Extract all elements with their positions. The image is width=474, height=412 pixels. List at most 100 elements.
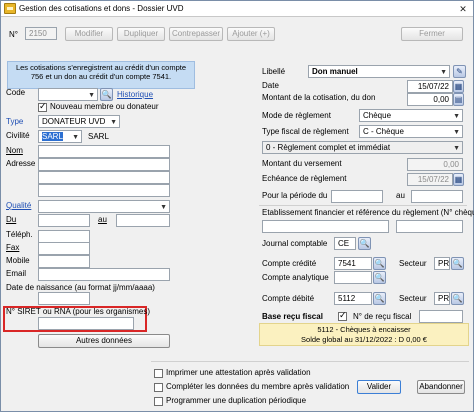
nouveau-membre-checkbox[interactable] [38,101,47,112]
edit-icon[interactable]: ✎ [453,65,466,78]
libelle-label: Libellé [262,67,286,76]
civilite-combo[interactable]: SARL ▼ [38,130,82,143]
imprimer-label: Imprimer une attestation après validatio… [166,368,311,377]
journal-field[interactable]: CE [334,237,356,250]
fax-field[interactable] [38,242,90,255]
adresse-field-3[interactable] [38,184,170,197]
reglement-combo[interactable]: 0 - Règlement complet et immédiat ▼ [262,141,463,154]
siret-label: N° SIRET ou RNA (pour les organismes) [6,307,150,316]
qualite-combo[interactable]: ▼ [38,200,170,213]
mode-reglement-combo[interactable]: Chèque ▼ [359,109,463,122]
type-combo[interactable]: DONATEUR UVD ▼ [38,115,120,128]
date-field[interactable]: 15/07/22 [407,80,453,93]
siret-field[interactable] [38,317,134,330]
civilite-value: SARL [42,132,63,141]
echeance-label: Echéance de règlement [262,174,347,183]
search-icon[interactable]: 🔍 [451,257,464,270]
search-icon[interactable]: 🔍 [100,88,113,101]
compte-credite-field[interactable]: 7541 [334,257,372,270]
type-label: Type [6,117,24,126]
periode-du-field[interactable] [331,190,383,203]
compte-analytique-field[interactable] [334,271,372,284]
code-label: Code [6,88,26,97]
fermer-button[interactable]: Fermer [401,27,463,41]
contrepasser-button[interactable]: Contrepasser [169,27,223,41]
compte-debite-field[interactable]: 5112 [334,292,372,305]
date-label: Date [262,81,279,90]
abandonner-button[interactable]: Abandonner [417,380,465,394]
search-icon[interactable]: 🔍 [358,237,371,250]
au-field[interactable] [116,214,170,227]
close-icon[interactable]: ✕ [456,3,470,15]
reference-field[interactable] [396,220,463,233]
type-fiscal-label: Type fiscal de règlement [262,127,349,136]
adresse-field-1[interactable] [38,158,170,171]
summary-line-2: Solde global au 31/12/2022 : D 0,00 € [301,335,427,344]
au-label: au [98,215,107,224]
type-fiscal-combo[interactable]: C - Chèque ▼ [359,125,463,138]
separator [151,361,469,362]
autres-donnees-button[interactable]: Autres données [38,334,170,348]
modifier-button[interactable]: Modifier [65,27,113,41]
toolbar: N° 2150 Modifier Dupliquer Contrepasser … [1,18,473,48]
echeance-field: 15/07/22 [407,173,453,186]
completer-label: Compléter les données du membre après va… [166,382,350,391]
search-icon[interactable]: 🔍 [373,257,386,270]
montant-versement-field: 0,00 [407,158,463,171]
imprimer-checkbox[interactable] [154,369,163,378]
account-summary: 5112 - Chèques à encaisser Solde global … [259,323,469,346]
search-icon[interactable]: 🔍 [451,292,464,305]
type-value: DONATEUR UVD [42,117,106,126]
nom-field[interactable] [38,145,170,158]
mode-reglement-value: Chèque [363,111,392,120]
etablissement-label: Etablissement financier et référence du … [262,208,474,217]
info-line-1: Les cotisations s'enregistrent au crédit… [15,63,187,72]
compte-debite-label: Compte débité [262,294,315,303]
search-icon[interactable]: 🔍 [373,271,386,284]
completer-checkbox[interactable] [154,383,163,392]
qualite-label[interactable]: Qualité [6,201,31,210]
nom-label: Nom [6,146,23,155]
valider-button[interactable]: Valider [357,380,401,394]
secteur2-field[interactable]: PR [434,292,450,305]
dialog-window: Gestion des cotisations et dons - Dossie… [0,0,474,412]
base-recu-checkbox[interactable] [338,310,347,321]
du-field[interactable] [38,214,90,227]
journal-label: Journal comptable [262,239,328,248]
window-title: Gestion des cotisations et dons - Dossie… [19,4,184,13]
calendar-icon[interactable]: ▦ [453,80,464,93]
nouveau-membre-label: Nouveau membre ou donateur [50,102,159,111]
dupliquer-button[interactable]: Dupliquer [117,27,165,41]
mode-reglement-label: Mode de règlement [262,111,331,120]
compte-credite-label: Compte crédité [262,259,317,268]
periode-label: Pour la période du [262,191,328,200]
periode-au-field[interactable] [411,190,463,203]
historique-link[interactable]: Historique [117,90,153,99]
secteur-field[interactable]: PR [434,257,450,270]
secteur2-label: Secteur [399,294,427,303]
montant-field[interactable]: 0,00 [407,93,453,106]
montant-versement-label: Montant du versement [262,159,342,168]
naissance-field[interactable] [38,292,90,305]
periode-au-label: au [396,191,405,200]
civilite-label: Civilité [6,131,30,140]
fax-label: Fax [6,243,20,252]
separator [259,205,467,206]
adresse-field-2[interactable] [38,171,170,184]
email-field[interactable] [38,268,170,281]
ajouter-button[interactable]: Ajouter (+) [227,27,275,41]
recu-fiscal-field[interactable] [419,310,463,323]
calculator-icon[interactable]: ▤ [453,93,464,106]
libelle-combo[interactable]: Don manuel ▼ [308,65,450,78]
reglement-value: 0 - Règlement complet et immédiat [266,143,391,152]
mobile-field[interactable] [38,255,90,268]
mobile-label: Mobile [6,256,30,265]
code-combo[interactable]: ▼ [38,88,98,101]
calendar-icon[interactable]: ▦ [453,173,464,186]
folder-icon [4,3,16,14]
telephone-label: Téléph. [6,230,33,239]
search-icon[interactable]: 🔍 [373,292,386,305]
programmer-checkbox[interactable] [154,397,163,406]
email-label: Email [6,269,27,278]
etablissement-field[interactable] [262,220,389,233]
